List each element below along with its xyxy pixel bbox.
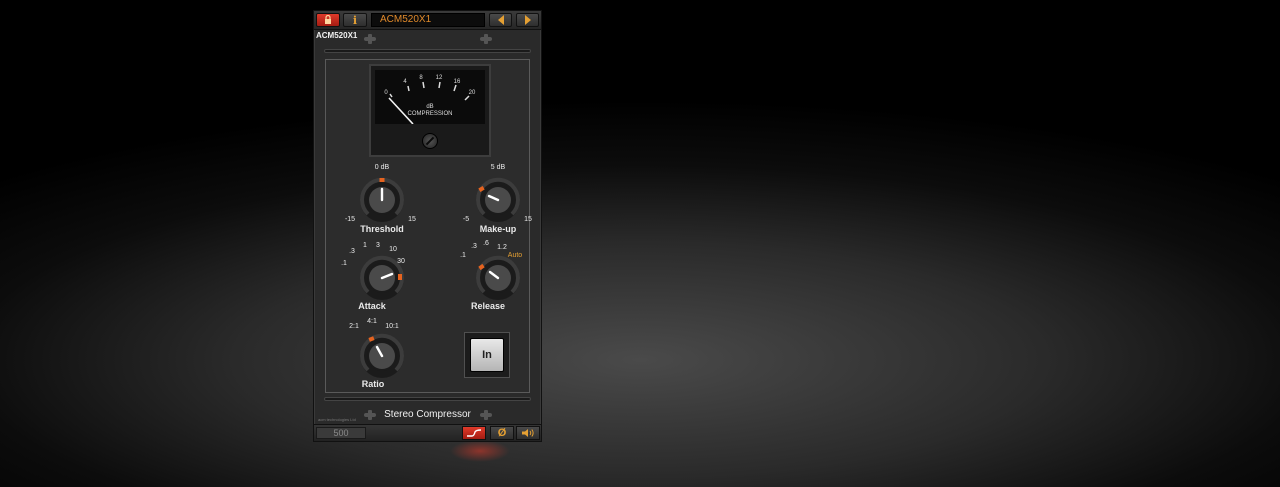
meter-scale-label: 0 xyxy=(384,90,388,96)
vu-meter-face: 0 4 8 12 16 20 dB COMPRESSION xyxy=(375,70,485,124)
phase-invert-icon: Ø xyxy=(497,427,507,439)
arrow-left-icon xyxy=(497,15,504,25)
attack-label: Attack xyxy=(358,301,386,311)
bottom-glow xyxy=(450,440,510,462)
makeup-knob[interactable] xyxy=(476,177,520,222)
slot-label: 500 xyxy=(316,427,366,439)
ratio-tick-label: 10:1 xyxy=(385,323,399,330)
screw-icon xyxy=(364,34,376,44)
meter-zero-screw[interactable] xyxy=(422,133,438,149)
release-tick-label: .1 xyxy=(460,252,466,259)
knob-indicator xyxy=(398,274,402,280)
module-panel: 0 4 8 12 16 20 dB COMPRESSION 0 dB -15 1… xyxy=(325,59,532,393)
threshold-label: Threshold xyxy=(360,224,404,234)
meter-tick xyxy=(407,85,410,92)
knob-graphic xyxy=(360,333,404,378)
meter-tick xyxy=(464,95,470,101)
vu-meter-scale: 0 4 8 12 16 20 dB COMPRESSION xyxy=(384,75,476,124)
attack-tick-label: .3 xyxy=(349,248,355,255)
threshold-min-label: -15 xyxy=(344,216,356,223)
preset-name-field[interactable]: ACM520X1 xyxy=(371,13,485,27)
meter-scale-label: 16 xyxy=(454,79,461,85)
threshold-knob[interactable] xyxy=(360,177,404,222)
meter-tick xyxy=(389,93,393,98)
speaker-icon xyxy=(522,429,534,437)
info-icon: i xyxy=(352,13,358,27)
makeup-top-label: 5 dB xyxy=(490,164,506,171)
knob-graphic xyxy=(476,177,520,222)
meter-caption: COMPRESSION xyxy=(407,111,452,117)
lock-icon xyxy=(325,15,331,24)
makeup-min-label: -5 xyxy=(462,216,470,223)
screw-icon xyxy=(480,34,492,44)
attack-tick-label: 30 xyxy=(397,258,405,265)
attack-tick-label: 1 xyxy=(363,242,367,249)
top-rail xyxy=(324,49,531,53)
meter-scale-label: 8 xyxy=(419,75,423,81)
ratio-knob[interactable] xyxy=(360,333,404,378)
next-preset-button[interactable] xyxy=(516,13,539,27)
release-tick-label: .3 xyxy=(471,243,477,250)
meter-scale-label: 4 xyxy=(403,79,407,85)
release-tick-label: .6 xyxy=(483,240,489,247)
meter-tick xyxy=(438,81,441,89)
plugin-window: i ACM520X1 ACM520X1 0 4 8 12 16 20 dB CO… xyxy=(313,10,542,442)
in-button-frame: In xyxy=(464,332,510,378)
attack-tick-label: .1 xyxy=(341,260,347,267)
release-tick-label: 1.2 xyxy=(497,244,507,251)
release-knob[interactable] xyxy=(476,255,520,300)
prev-preset-button[interactable] xyxy=(489,13,512,27)
speaker-button[interactable] xyxy=(516,426,540,440)
release-label: Release xyxy=(470,301,506,311)
plugin-header: i ACM520X1 xyxy=(314,11,541,30)
knob-indicator xyxy=(379,178,385,182)
in-button[interactable]: In xyxy=(470,338,504,372)
ratio-label: Ratio xyxy=(361,379,385,389)
model-name: Stereo Compressor xyxy=(384,409,471,420)
lock-button[interactable] xyxy=(316,13,340,27)
phase-invert-button[interactable]: Ø xyxy=(490,426,514,440)
info-button[interactable]: i xyxy=(343,13,367,27)
plugin-footer: 500 Ø xyxy=(314,424,541,441)
makeup-max-label: 15 xyxy=(524,216,532,223)
ratio-tick-label: 4:1 xyxy=(367,318,377,325)
knob-graphic xyxy=(476,255,520,300)
makeup-label: Make-up xyxy=(479,224,517,234)
bottom-rail xyxy=(324,397,531,401)
eq-curve-button[interactable] xyxy=(462,426,486,440)
ratio-tick-label: 2:1 xyxy=(349,323,359,330)
knob-graphic xyxy=(360,177,404,222)
arrow-right-icon xyxy=(524,15,531,25)
vu-meter: 0 4 8 12 16 20 dB COMPRESSION xyxy=(369,64,491,157)
attack-tick-label: 10 xyxy=(389,246,397,253)
eq-curve-icon xyxy=(467,429,482,437)
release-auto-label: Auto xyxy=(507,252,523,259)
meter-scale-label: 20 xyxy=(469,90,476,96)
meter-unit: dB xyxy=(426,104,433,110)
meter-tick xyxy=(453,84,457,92)
threshold-top-label: 0 dB xyxy=(374,164,390,171)
threshold-max-label: 15 xyxy=(408,216,416,223)
meter-tick xyxy=(422,81,425,89)
meter-scale-label: 12 xyxy=(436,75,443,81)
plugin-name: ACM520X1 xyxy=(316,31,358,40)
attack-tick-label: 3 xyxy=(376,242,380,249)
